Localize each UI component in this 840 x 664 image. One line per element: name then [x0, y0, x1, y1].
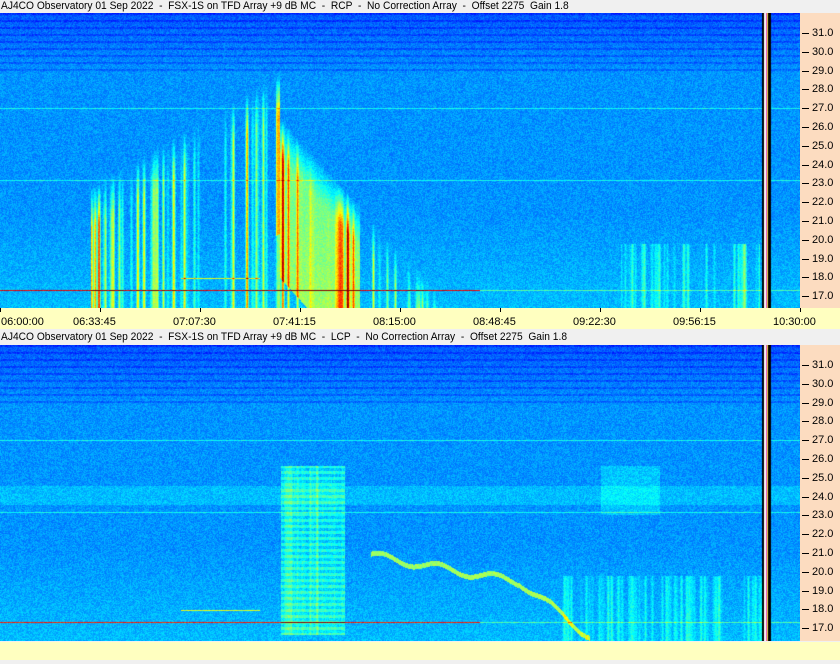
freq-tick — [802, 258, 809, 260]
lcp-spectrogram — [0, 345, 800, 641]
freq-tick — [802, 477, 809, 479]
time-tick-label: 10:30:00 — [773, 316, 816, 328]
time-tick — [500, 308, 501, 312]
freq-tick-label: 27.0 — [812, 434, 834, 447]
freq-tick-label: 20.0 — [812, 565, 834, 578]
freq-tick — [802, 421, 809, 423]
time-axis: 06:00:00 06:33:45 07:07:30 07:41:15 08:15:00… — [0, 308, 840, 329]
freq-tick — [802, 553, 809, 554]
time-tick-label: 07:07:30 — [173, 316, 216, 328]
freq-tick-label: 20.0 — [812, 233, 834, 246]
freq-tick — [802, 277, 809, 279]
freq-tick-label: 31.0 — [812, 27, 834, 39]
freq-tick — [802, 33, 809, 34]
freq-tick — [802, 51, 809, 53]
freq-tick-label: 28.0 — [812, 415, 834, 428]
freq-tick-label: 17.0 — [812, 290, 834, 303]
freq-tick — [802, 496, 809, 498]
freq-tick — [802, 145, 809, 147]
freq-tick — [802, 534, 809, 536]
freq-tick — [802, 402, 809, 404]
freq-tick-label: 24.0 — [812, 490, 834, 503]
freq-tick-label: 23.0 — [812, 509, 834, 522]
time-tick-label: 06:33:45 — [73, 316, 116, 328]
freq-tick — [802, 590, 809, 592]
time-tick-label: 08:15:00 — [373, 316, 416, 328]
freq-tick — [802, 164, 809, 166]
freq-tick — [802, 459, 809, 460]
time-tick-label: 09:56:15 — [673, 316, 716, 328]
freq-tick — [802, 239, 809, 241]
freq-tick-label: 26.0 — [812, 121, 834, 133]
freq-tick-label: 24.0 — [812, 158, 834, 171]
freq-tick-label: 22.0 — [812, 528, 834, 541]
time-tick-label: 06:00:00 — [1, 316, 44, 328]
freq-tick — [802, 609, 809, 611]
freq-tick-label: 19.0 — [812, 584, 834, 597]
time-tick — [600, 308, 601, 312]
freq-tick — [802, 183, 809, 185]
time-tick — [400, 308, 401, 312]
freq-tick — [802, 628, 809, 630]
time-tick-label: 07:41:15 — [273, 316, 316, 328]
freq-tick-label: 17.0 — [812, 622, 834, 635]
freq-tick-label: 29.0 — [812, 64, 834, 77]
freq-tick — [802, 108, 809, 110]
freq-tick-label: 21.0 — [812, 215, 834, 227]
freq-tick — [802, 440, 809, 442]
freq-tick — [802, 127, 809, 128]
freq-tick — [802, 365, 809, 366]
freq-tick — [802, 89, 809, 91]
freq-tick-label: 19.0 — [812, 252, 834, 265]
freq-tick-label: 30.0 — [812, 377, 834, 390]
rcp-frequency-axis: 31.0 30.0 29.0 28.0 27.0 26.0 25.0 24.0 23.0 22.0… — [800, 13, 840, 308]
time-tick — [300, 308, 301, 312]
freq-tick-label: 18.0 — [812, 603, 834, 616]
freq-tick-label: 23.0 — [812, 177, 834, 190]
freq-tick-label: 25.0 — [812, 139, 834, 152]
freq-tick-label: 22.0 — [812, 196, 834, 209]
time-tick — [100, 308, 101, 312]
time-tick — [700, 308, 701, 312]
lcp-time-axis-strip — [0, 642, 840, 660]
time-tick — [0, 308, 1, 312]
freq-tick — [802, 571, 809, 573]
freq-tick-label: 21.0 — [812, 547, 834, 559]
freq-tick — [802, 221, 809, 222]
freq-tick — [802, 515, 809, 517]
time-tick — [800, 308, 801, 312]
freq-tick-label: 26.0 — [812, 453, 834, 465]
lcp-title: AJ4CO Observatory 01 Sep 2022 - FSX-1S o… — [1, 331, 568, 343]
freq-tick — [802, 202, 809, 204]
freq-tick-label: 25.0 — [812, 471, 834, 484]
freq-tick — [802, 296, 809, 298]
time-tick — [200, 308, 201, 312]
freq-tick-label: 27.0 — [812, 102, 834, 115]
freq-tick-label: 30.0 — [812, 45, 834, 58]
lcp-frequency-axis: 31.0 30.0 29.0 28.0 27.0 26.0 25.0 24.0 23.0 22.0… — [800, 345, 840, 641]
freq-tick — [802, 70, 809, 72]
time-tick-label: 08:48:45 — [473, 316, 516, 328]
freq-tick-label: 31.0 — [812, 359, 834, 371]
rcp-title: AJ4CO Observatory 01 Sep 2022 - FSX-1S o… — [1, 0, 569, 12]
time-tick-label: 09:22:30 — [573, 316, 616, 328]
rcp-spectrogram — [0, 13, 800, 308]
freq-tick — [802, 383, 809, 385]
freq-tick-label: 18.0 — [812, 271, 834, 284]
freq-tick-label: 28.0 — [812, 83, 834, 96]
freq-tick-label: 29.0 — [812, 396, 834, 409]
